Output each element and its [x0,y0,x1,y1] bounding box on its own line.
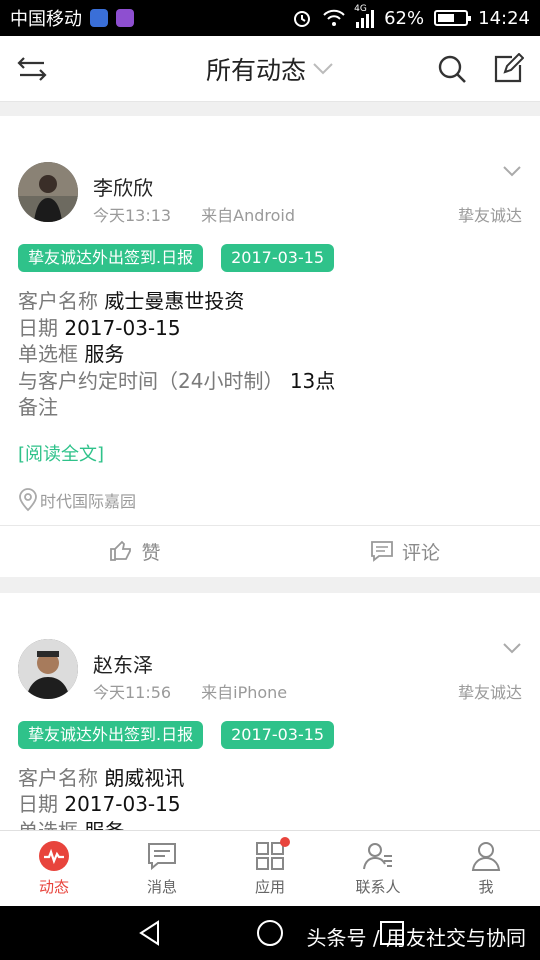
field-label: 备注 [18,395,58,419]
field-value: 13点 [289,368,336,393]
author-name[interactable]: 李欣欣 [93,172,153,201]
field-label: 与客户约定时间（24小时制） [18,368,284,393]
carrier-label: 中国移动 [10,9,82,30]
network-type: 4G [354,4,367,14]
report-type-tag[interactable]: 挚友诚达外出签到.日报 [18,720,204,749]
comment-button[interactable]: 评论 [270,526,540,577]
tab-contacts[interactable]: 联系人 [324,831,432,906]
watermark: 头条号 / 用友社交与协同 [306,926,526,950]
field-label: 单选框 [18,342,78,366]
field-row: 与客户约定时间（24小时制） 13点 [18,368,522,395]
company-name: 挚友诚达 [457,682,522,702]
post-source: 来自iPhone [201,682,288,702]
field-value: 服务 [84,819,124,831]
tab-label: 动态 [38,878,69,896]
field-value: 服务 [84,342,125,366]
chevron-down-icon[interactable] [502,164,522,178]
field-row: 单选框 服务 [18,818,522,831]
tab-apps[interactable]: 应用 [216,831,324,906]
collapse-arrows-icon[interactable] [16,54,48,84]
avatar[interactable] [18,162,78,222]
location-pin-icon [19,487,37,511]
field-value: 朗威视讯 [104,765,185,790]
home-icon[interactable] [256,919,284,947]
field-label: 客户名称 [18,289,98,313]
report-type-tag[interactable]: 挚友诚达外出签到.日报 [18,244,204,272]
signal-icon: 4G [354,4,375,28]
company-name: 挚友诚达 [457,206,522,225]
field-row: 客户名称 朗威视讯 [18,765,522,792]
read-more-link[interactable]: [阅读全文] [0,421,540,471]
post-fields: 客户名称 朗威视讯 日期 2017-03-15 单选框 服务 [0,749,540,831]
status-bar: 中国移动 4G 62% 14:24 [0,0,540,36]
field-row: 日期 2017-03-15 [18,315,522,342]
back-icon[interactable] [136,919,164,947]
author-name[interactable]: 赵东泽 [93,649,153,678]
top-header: 所有动态 [0,36,540,102]
tag-row: 挚友诚达外出签到.日报 2017-03-15 [0,720,540,749]
activity-icon [39,841,69,871]
gallery-app-icon [116,9,134,27]
post-actions: 赞 评论 [0,524,540,577]
feed-filter-dropdown[interactable]: 所有动态 [206,51,334,87]
like-button[interactable]: 赞 [0,526,270,577]
comment-icon [371,541,393,562]
field-label: 日期 [18,792,58,816]
avatar[interactable] [18,638,78,699]
bottom-tab-bar: 动态 消息 应用 联系人 我 [0,830,540,906]
field-value: 威士曼惠世投资 [104,289,245,313]
clock: 14:24 [478,7,530,29]
alarm-icon [294,11,311,27]
field-label: 单选框 [18,819,78,831]
field-label: 日期 [18,315,58,340]
post-card: 赵东泽 今天11:56 来自iPhone 挚友诚达 挚友诚达外出签到.日报 201… [0,592,540,831]
message-icon [148,843,176,871]
tab-label: 应用 [254,878,285,896]
field-row: 客户名称 威士曼惠世投资 [18,288,522,315]
date-tag[interactable]: 2017-03-15 [221,720,335,749]
chevron-down-icon [313,62,333,74]
battery-percent: 62% [384,7,425,29]
post-source: 来自Android [201,206,295,225]
post-header: 李欣欣 今天13:13 来自Android 挚友诚达 [0,116,540,242]
chevron-down-icon[interactable] [502,641,522,655]
post-time: 今天11:56 [93,682,172,702]
edit-icon[interactable] [492,53,524,85]
like-label: 赞 [141,541,161,564]
field-label: 客户名称 [18,765,98,790]
wifi-icon [323,9,345,26]
battery-icon [434,10,472,26]
tab-messages[interactable]: 消息 [108,831,216,906]
post-fields: 客户名称 威士曼惠世投资 日期 2017-03-15 单选框 服务 与客户约定时… [0,272,540,421]
date-tag[interactable]: 2017-03-15 [221,244,335,272]
field-value: 2017-03-15 [64,315,181,340]
post-card: 李欣欣 今天13:13 来自Android 挚友诚达 挚友诚达外出签到.日报 20… [0,116,540,577]
post-header: 赵东泽 今天11:56 来自iPhone 挚友诚达 [0,593,540,719]
comment-label: 评论 [401,541,440,564]
post-time: 今天13:13 [93,206,172,225]
tag-row: 挚友诚达外出签到.日报 2017-03-15 [0,244,540,272]
post-meta: 今天11:56 来自iPhone [93,679,287,703]
field-value: 2017-03-15 [64,792,181,816]
location-row[interactable]: 时代国际嘉园 [0,471,540,525]
activity-feed[interactable]: 李欣欣 今天13:13 来自Android 挚友诚达 挚友诚达外出签到.日报 20… [0,102,540,830]
post-meta: 今天13:13 来自Android [93,202,295,226]
field-row: 备注 [18,394,522,421]
profile-icon [471,842,501,871]
field-row: 单选框 服务 [18,341,522,368]
page-title: 所有动态 [205,55,306,85]
location-app-icon [90,9,108,27]
tab-activity[interactable]: 动态 [0,831,108,906]
tab-label: 我 [478,878,494,896]
location-text: 时代国际嘉园 [40,491,137,511]
thumbs-up-icon [110,540,132,561]
tab-label: 消息 [146,878,177,896]
tab-label: 联系人 [355,878,401,896]
notification-badge [280,837,290,847]
tab-me[interactable]: 我 [432,831,540,906]
contacts-icon [363,843,392,870]
field-row: 日期 2017-03-15 [18,791,522,818]
search-icon[interactable] [436,53,468,85]
